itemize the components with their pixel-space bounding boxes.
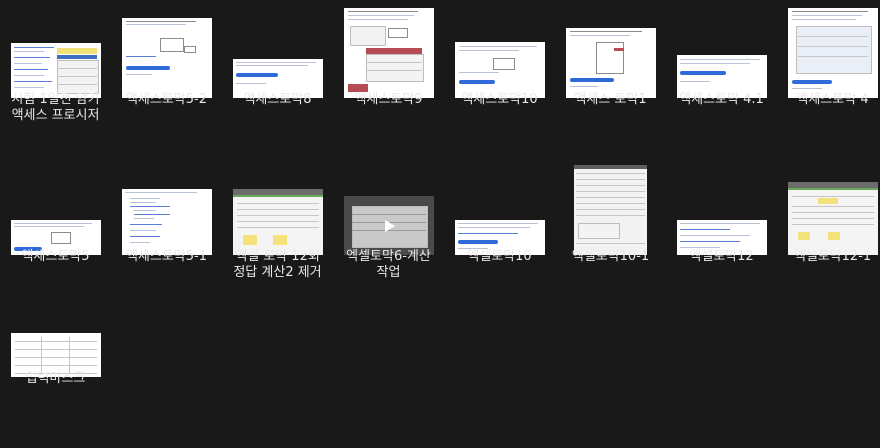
file-name: 액세스토막5 xyxy=(21,249,90,264)
file-name: 입력마스크 xyxy=(25,371,86,386)
file-name: 액세스토막5-1 xyxy=(125,249,208,264)
file-name: 시험 1일전 암기 액세스 프로시저 xyxy=(11,92,100,123)
file-thumbnail[interactable] xyxy=(343,8,434,98)
file-item[interactable]: 엑셀토막12-1 xyxy=(777,157,880,297)
file-thumbnail[interactable] xyxy=(121,18,212,98)
file-item[interactable]: 엑셀토막12 xyxy=(666,157,777,297)
file-thumbnail[interactable] xyxy=(574,165,647,255)
file-item[interactable]: 액세스토막9 xyxy=(333,0,444,140)
file-item[interactable]: 액세스토막10 xyxy=(444,0,555,140)
file-item[interactable]: 입력마스크 xyxy=(0,279,111,419)
file-thumbnail[interactable] xyxy=(10,43,101,98)
file-item[interactable]: 엑셀토막10 xyxy=(444,157,555,297)
file-grid: 시험 1일전 암기 액세스 프로시저 액세스토막5-2 액세스토막8 액세스토막… xyxy=(0,0,880,448)
file-item[interactable]: 액세스토막5-1 xyxy=(111,157,222,297)
file-thumbnail[interactable] xyxy=(565,28,656,98)
file-item[interactable]: 액세스토막8 xyxy=(222,0,333,140)
file-thumbnail[interactable] xyxy=(787,8,878,98)
file-item[interactable]: 액세스토막 4.1 xyxy=(666,0,777,140)
file-name: 엑셀토막12 xyxy=(689,249,754,264)
file-item[interactable]: 액세스 토막1 xyxy=(555,0,666,140)
file-item[interactable]: 액세스토막5 xyxy=(0,157,111,297)
file-thumbnail[interactable] xyxy=(787,182,878,255)
file-name: 엑셀토막10 xyxy=(467,249,532,264)
file-name: 액세스토막8 xyxy=(243,92,312,107)
file-item[interactable]: 액세스토막 4 xyxy=(777,0,880,140)
file-name: 액세스토막 4.1 xyxy=(679,92,764,107)
file-item[interactable]: 엑셀 토막 12회 정답 계산2 제거 xyxy=(222,157,333,297)
file-item[interactable]: 엑셀토막10-1 xyxy=(555,157,666,297)
file-thumbnail[interactable] xyxy=(121,189,212,255)
file-item[interactable]: 액세스토막5-2 xyxy=(111,0,222,140)
file-name: 액세스토막10 xyxy=(461,92,538,107)
file-item[interactable]: 시험 1일전 암기 액세스 프로시저 xyxy=(0,0,111,140)
file-item[interactable]: 엑셀토막6-계산 작업 xyxy=(333,157,444,297)
play-icon xyxy=(384,220,395,232)
file-name: 엑셀토막12-1 xyxy=(793,249,872,264)
file-name: 엑셀토막6-계산 작업 xyxy=(346,249,431,280)
file-thumbnail[interactable] xyxy=(232,189,323,255)
file-thumbnail[interactable] xyxy=(454,42,545,98)
file-name: 액세스토막 4 xyxy=(796,92,869,107)
file-thumbnail[interactable] xyxy=(343,196,434,255)
file-name: 액세스토막5-2 xyxy=(125,92,208,107)
file-name: 엑셀토막10-1 xyxy=(571,249,650,264)
file-name: 액세스토막9 xyxy=(354,92,423,107)
file-name: 액세스 토막1 xyxy=(574,92,647,107)
file-name: 엑셀 토막 12회 정답 계산2 제거 xyxy=(233,249,322,280)
